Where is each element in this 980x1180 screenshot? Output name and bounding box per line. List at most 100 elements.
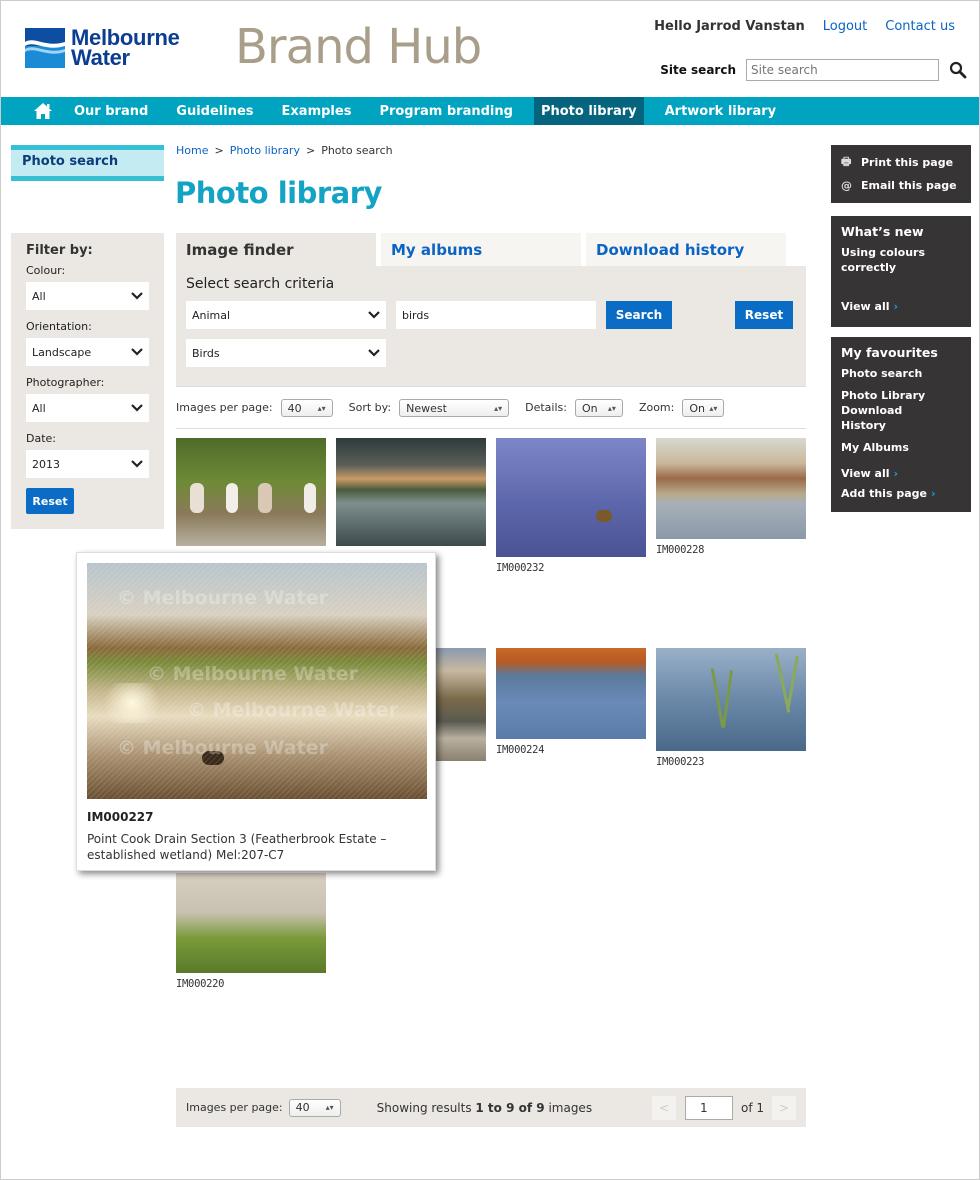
view-all-label: View all: [841, 467, 890, 480]
sort-select[interactable]: Newest ▴▾: [399, 399, 510, 417]
whats-new-title: What’s new: [841, 224, 924, 239]
details-value: On: [581, 401, 598, 415]
melbourne-water-logo[interactable]: Melbourne Water: [25, 27, 180, 69]
whats-new-item[interactable]: Using colours correctly: [841, 245, 931, 275]
colour-label: Colour:: [26, 264, 66, 277]
filter-reset-button[interactable]: Reset: [26, 488, 74, 514]
tab-bar: Image finder My albums Download history: [176, 233, 791, 266]
image-thumbnail[interactable]: IM000232: [496, 438, 646, 574]
image-zoom-popup[interactable]: © Melbourne Water © Melbourne Water © Me…: [76, 552, 436, 871]
page-tools-box: 🖶 Print this page @ Email this page: [831, 145, 971, 203]
user-bar: Hello Jarrod Vanstan Logout Contact us: [654, 19, 955, 34]
email-label: Email this page: [861, 179, 957, 192]
updown-icon: ▴▾: [325, 1103, 334, 1112]
finder-reset-button[interactable]: Reset: [735, 301, 793, 329]
per-page-value: 40: [287, 401, 302, 415]
colour-select[interactable]: All: [26, 282, 149, 310]
watermark-text: © Melbourne Water: [187, 699, 398, 721]
sidebar-item-photo-search[interactable]: Photo search: [11, 145, 164, 181]
filter-title: Filter by:: [26, 243, 93, 258]
tab-download-history[interactable]: Download history: [586, 233, 786, 266]
contact-link[interactable]: Contact us: [885, 19, 955, 34]
sort-value: Newest: [406, 401, 447, 415]
image-thumbnail[interactable]: [336, 438, 486, 546]
pagination-bar: Images per page: 40 ▴▾ Showing results 1 …: [176, 1088, 806, 1127]
category-select[interactable]: Animal: [186, 301, 386, 329]
breadcrumb-separator: >: [214, 144, 224, 157]
nav-guidelines[interactable]: Guidelines: [169, 97, 260, 125]
nav-our-brand[interactable]: Our brand: [67, 97, 155, 125]
pager-per-page-select[interactable]: 40 ▴▾: [288, 1098, 341, 1117]
results-toolbar: Images per page: 40 ▴▾ Sort by: Newest ▴▾ …: [176, 397, 806, 429]
chevron-down-icon: [131, 292, 143, 300]
pager-per-page-label: Images per page:: [186, 1101, 283, 1114]
nav-program-branding[interactable]: Program branding: [372, 97, 520, 125]
per-page-label: Images per page:: [176, 401, 273, 414]
favourites-view-all[interactable]: View all ›: [841, 466, 961, 481]
whats-new-box: What’s new Using colours correctly View …: [831, 216, 971, 327]
favourite-item[interactable]: Photo Library Download History: [841, 388, 951, 433]
zoom-select[interactable]: On ▴▾: [682, 399, 725, 417]
orientation-value: Landscape: [32, 345, 92, 359]
updown-icon: ▴▾: [709, 403, 718, 413]
image-thumbnail[interactable]: IM000223: [656, 648, 806, 768]
chevron-right-icon: ›: [893, 467, 899, 480]
breadcrumb-home[interactable]: Home: [176, 144, 208, 157]
details-select[interactable]: On ▴▾: [574, 399, 623, 417]
chevron-down-icon: [368, 349, 380, 357]
tab-my-albums[interactable]: My albums: [381, 233, 581, 266]
subcategory-select[interactable]: Birds: [186, 339, 386, 367]
image-thumbnail[interactable]: [176, 438, 326, 546]
breadcrumb-photo-library[interactable]: Photo library: [230, 144, 300, 157]
popup-image-description: Point Cook Drain Section 3 (Featherbrook…: [87, 832, 387, 862]
breadcrumb-current: Photo search: [321, 144, 393, 157]
tab-image-finder[interactable]: Image finder: [176, 233, 376, 266]
results-summary: Showing results 1 to 9 of 9 images: [377, 1101, 592, 1115]
home-icon[interactable]: [31, 97, 55, 125]
orientation-select[interactable]: Landscape: [26, 338, 149, 366]
kookaburra-ducks-photo: [176, 438, 326, 546]
search-button[interactable]: Search: [606, 301, 672, 329]
add-this-page-link[interactable]: Add this page ›: [841, 486, 961, 501]
nav-examples[interactable]: Examples: [275, 97, 359, 125]
image-thumbnail[interactable]: IM000224: [496, 648, 646, 756]
page-number-input[interactable]: 1: [684, 1095, 733, 1120]
favourite-item[interactable]: My Albums: [841, 440, 961, 455]
favourite-item[interactable]: Photo search: [841, 366, 961, 381]
image-id: IM000228: [656, 544, 705, 556]
zoom-value: On: [689, 401, 705, 415]
chevron-down-icon: [131, 460, 143, 468]
image-thumbnail[interactable]: IM000228: [656, 438, 806, 556]
chevron-down-icon: [131, 404, 143, 412]
updown-icon: ▴▾: [317, 403, 326, 413]
dusk-river-photo: [336, 438, 486, 546]
nav-photo-library[interactable]: Photo library: [533, 97, 644, 125]
prev-page-button[interactable]: <: [651, 1095, 676, 1120]
next-page-button[interactable]: >: [772, 1095, 796, 1120]
page-title: Photo library: [175, 176, 382, 210]
print-page-link[interactable]: 🖶 Print this page: [841, 153, 961, 172]
subcategory-value: Birds: [192, 346, 220, 360]
email-page-link[interactable]: @ Email this page: [841, 179, 961, 192]
breadcrumb: Home > Photo library > Photo search: [176, 144, 393, 157]
per-page-select[interactable]: 40 ▴▾: [280, 399, 333, 417]
whats-new-view-all[interactable]: View all ›: [841, 299, 961, 314]
ducks-reeds-photo: [496, 648, 646, 739]
photographer-value: All: [32, 401, 46, 415]
nav-artwork-library[interactable]: Artwork library: [658, 97, 784, 125]
updown-icon: ▴▾: [494, 403, 503, 413]
breadcrumb-separator: >: [305, 144, 316, 157]
magnifier-icon[interactable]: [949, 61, 967, 79]
coots-suburb-lake-photo: [656, 438, 806, 539]
site-title: Brand Hub: [235, 19, 482, 75]
date-select[interactable]: 2013: [26, 450, 149, 478]
image-finder-panel: Select search criteria Animal Birds Sear…: [176, 266, 806, 387]
keyword-input[interactable]: [396, 301, 596, 329]
site-search-input[interactable]: [746, 59, 939, 81]
site-search-label: Site search: [660, 63, 736, 77]
watermark-text: © Melbourne Water: [117, 737, 328, 759]
logout-link[interactable]: Logout: [823, 19, 868, 34]
image-thumbnail[interactable]: IM000220: [176, 873, 326, 990]
photographer-select[interactable]: All: [26, 394, 149, 422]
add-page-label: Add this page: [841, 487, 927, 500]
